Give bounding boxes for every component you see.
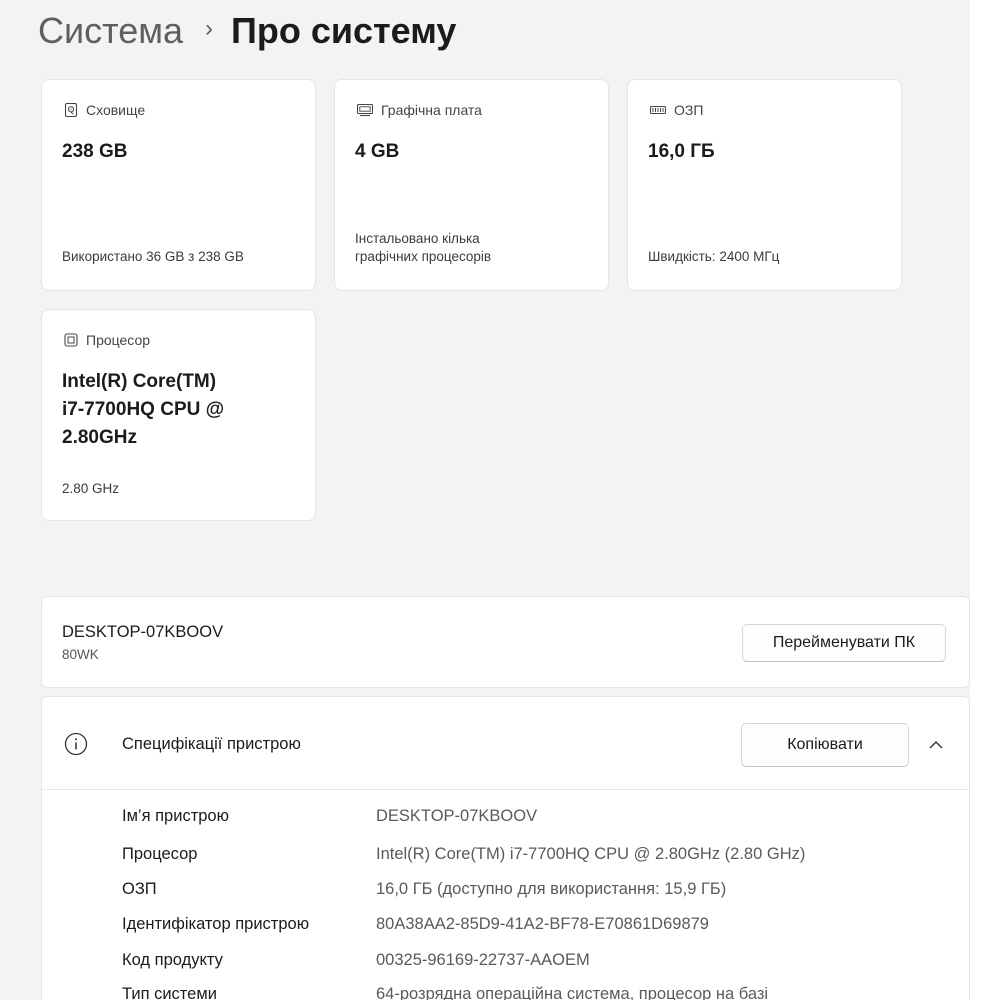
spec-row-device-id: Ідентифікатор пристрою 80A38AA2-85D9-41A…: [122, 910, 709, 938]
ram-speed-text: Швидкість: 2400 МГц: [648, 249, 780, 264]
device-name: DESKTOP-07KBOOV: [62, 623, 224, 641]
device-specs-title: Специфікації пристрою: [122, 735, 301, 753]
spec-row-processor: Процесор Intel(R) Core(TM) i7-7700HQ CPU…: [122, 840, 805, 868]
spec-value: 80A38AA2-85D9-41A2-BF78-E70861D69879: [376, 914, 709, 933]
device-specs-panel: Специфікації пристрою Копіювати Ім’я при…: [41, 696, 970, 1000]
graphics-card-header: Графічна плата: [357, 102, 482, 118]
scroll-area-edge: [970, 0, 1000, 1000]
spec-value: DESKTOP-07KBOOV: [376, 806, 538, 825]
spec-value: 16,0 ГБ (доступно для використання: 15,9…: [376, 879, 727, 898]
processor-model-value: Intel(R) Core(TM) i7-7700HQ CPU @ 2.80GH…: [62, 368, 302, 452]
processor-icon: [64, 333, 78, 347]
spec-label: ОЗП: [122, 879, 157, 898]
info-icon: [64, 732, 88, 756]
graphics-note-line-2: графічних процесорів: [355, 249, 492, 264]
spec-label: Тип системи: [122, 984, 217, 1000]
spec-value: Intel(R) Core(TM) i7-7700HQ CPU @ 2.80GH…: [376, 844, 806, 863]
storage-icon: [64, 103, 78, 117]
copy-specs-button[interactable]: Копіювати: [741, 723, 909, 767]
processor-model-line-1: Intel(R) Core(TM): [62, 371, 217, 392]
spec-label: Процесор: [122, 844, 198, 863]
spec-value: 64-розрядна операційна система, процесор…: [376, 984, 769, 1000]
graphics-card-card[interactable]: Графічна плата 4 GB Інстальовано кілька …: [334, 79, 609, 291]
ram-card[interactable]: ОЗП 16,0 ГБ Швидкість: 2400 МГц: [627, 79, 902, 291]
graphics-note-line-1: Інстальовано кілька: [355, 231, 480, 246]
specs-divider: [42, 789, 969, 790]
storage-used-text: Використано 36 GB з 238 GB: [62, 249, 244, 264]
page-title: Про систему: [230, 10, 457, 51]
breadcrumb: Система › Про систему: [38, 6, 456, 56]
device-specs-header[interactable]: Специфікації пристрою Копіювати: [42, 697, 971, 789]
breadcrumb-system-link[interactable]: Система: [38, 10, 183, 52]
spec-label: Ідентифікатор пристрою: [122, 914, 310, 933]
processor-model-line-2: i7-7700HQ CPU @: [62, 399, 225, 420]
ram-card-header: ОЗП: [650, 102, 703, 118]
graphics-processors-note: Інстальовано кілька графічних процесорів: [355, 230, 605, 266]
storage-card[interactable]: Сховище 238 GB Використано 36 GB з 238 G…: [41, 79, 316, 291]
ram-icon: [650, 105, 666, 115]
spec-row-system-type: Тип системи 64-розрядна операційна систе…: [122, 980, 768, 1000]
ram-card-title: ОЗП: [674, 102, 704, 118]
graphics-memory-value: 4 GB: [355, 141, 400, 162]
storage-total-value: 238 GB: [62, 141, 128, 162]
ram-total-value: 16,0 ГБ: [648, 141, 715, 162]
storage-card-header: Сховище: [64, 102, 145, 118]
breadcrumb-separator: ›: [204, 15, 213, 42]
graphics-card-icon: [357, 103, 373, 117]
processor-card-header: Процесор: [64, 332, 150, 348]
storage-card-title: Сховище: [86, 102, 146, 118]
spec-row-product-id: Код продукту 00325-96169-22737-AAOEM: [122, 946, 590, 974]
spec-label: Код продукту: [122, 950, 223, 969]
rename-pc-button[interactable]: Перейменувати ПК: [742, 624, 946, 662]
chevron-up-icon[interactable]: [928, 740, 944, 750]
graphics-card-title: Графічна плата: [381, 102, 482, 118]
settings-about-page: Система › Про систему Сховище 238 GB Вик…: [0, 0, 1000, 1000]
device-model: 80WK: [62, 647, 99, 662]
spec-value: 00325-96169-22737-AAOEM: [376, 950, 590, 969]
spec-row-ram: ОЗП 16,0 ГБ (доступно для використання: …: [122, 875, 726, 903]
spec-row-device-name: Ім’я пристрою DESKTOP-07KBOOV: [122, 802, 537, 830]
device-name-panel: DESKTOP-07KBOOV 80WK Перейменувати ПК: [41, 596, 970, 688]
processor-card[interactable]: Процесор Intel(R) Core(TM) i7-7700HQ CPU…: [41, 309, 316, 521]
processor-card-title: Процесор: [86, 332, 151, 348]
processor-model-line-3: 2.80GHz: [62, 427, 137, 448]
processor-speed-text: 2.80 GHz: [62, 481, 120, 496]
spec-label: Ім’я пристрою: [122, 806, 229, 825]
